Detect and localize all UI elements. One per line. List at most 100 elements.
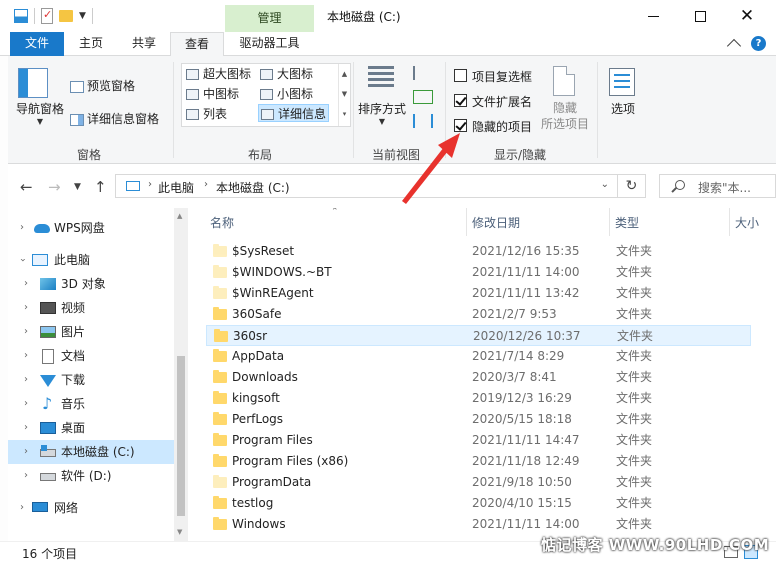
table-row[interactable]: Program Files (x86) 2021/11/18 12:49 文件夹 bbox=[206, 451, 751, 472]
size-columns-button[interactable] bbox=[413, 114, 433, 128]
item-checkboxes-checkbox[interactable] bbox=[454, 69, 467, 82]
recent-locations-button[interactable]: ▼ bbox=[74, 182, 81, 192]
layout-details[interactable]: 详细信息 bbox=[258, 104, 330, 122]
table-row[interactable]: testlog 2020/4/10 15:15 文件夹 bbox=[206, 493, 751, 514]
maximize-button[interactable] bbox=[677, 0, 723, 32]
nav-item-3d-objects[interactable]: › 3D 对象 bbox=[8, 272, 174, 296]
table-row[interactable]: Program Files 2021/11/11 14:47 文件夹 bbox=[206, 430, 751, 451]
details-pane-button[interactable]: 详细信息窗格 bbox=[70, 110, 159, 127]
table-row[interactable]: Downloads 2020/3/7 8:41 文件夹 bbox=[206, 367, 751, 388]
expand-chevron-icon[interactable]: › bbox=[20, 216, 24, 240]
hidden-items-checkbox[interactable] bbox=[454, 119, 467, 132]
layout-medium-icons[interactable]: 中图标 bbox=[186, 85, 239, 103]
address-bar[interactable]: › 此电脑 › 本地磁盘 (C:) ⌄ bbox=[115, 174, 618, 198]
group-by-button[interactable] bbox=[413, 66, 433, 80]
expand-chevron-icon[interactable]: › bbox=[24, 440, 28, 464]
nav-pane-scroll-thumb[interactable] bbox=[177, 356, 185, 516]
new-folder-icon[interactable] bbox=[59, 10, 73, 22]
table-row-hovered[interactable]: 360sr 2020/12/26 10:37 文件夹 bbox=[206, 325, 751, 346]
column-divider[interactable] bbox=[729, 208, 730, 236]
expand-chevron-icon[interactable]: › bbox=[24, 296, 28, 320]
expand-chevron-icon[interactable]: › bbox=[24, 344, 28, 368]
close-button[interactable]: ✕ bbox=[724, 0, 770, 32]
preview-pane-button[interactable]: 预览窗格 bbox=[70, 77, 135, 94]
add-columns-button[interactable] bbox=[413, 90, 433, 104]
expand-chevron-icon[interactable]: › bbox=[24, 368, 28, 392]
table-row[interactable]: $SysReset 2021/12/16 15:35 文件夹 bbox=[206, 241, 751, 262]
layout-extra-large-icons[interactable]: 超大图标 bbox=[186, 65, 251, 83]
minimize-button[interactable] bbox=[630, 0, 676, 32]
expand-chevron-icon[interactable]: › bbox=[24, 464, 28, 488]
column-header-name[interactable]: 名称 bbox=[210, 214, 234, 231]
nav-item-this-pc[interactable]: › 此电脑 bbox=[8, 248, 174, 272]
refresh-button[interactable]: ↻ bbox=[618, 174, 646, 198]
table-row[interactable]: Windows 2021/11/11 14:00 文件夹 bbox=[206, 514, 751, 535]
up-button[interactable]: ↑ bbox=[94, 178, 107, 196]
hide-selected-button[interactable]: 隐藏 所选项目 bbox=[540, 100, 590, 132]
scroll-down-arrow-icon[interactable]: ▼ bbox=[177, 528, 182, 536]
expand-chevron-icon[interactable]: › bbox=[24, 272, 28, 296]
sort-by-button[interactable]: 排序方式 ▼ bbox=[358, 100, 406, 126]
table-row[interactable]: PerfLogs 2020/5/15 18:18 文件夹 bbox=[206, 409, 751, 430]
hide-selected-icon[interactable] bbox=[553, 66, 575, 96]
navigation-pane-button[interactable]: 导航窗格 ▼ bbox=[16, 100, 64, 126]
nav-item-documents[interactable]: › 文档 bbox=[8, 344, 174, 368]
nav-item-pictures[interactable]: › 图片 bbox=[8, 320, 174, 344]
column-divider[interactable] bbox=[609, 208, 610, 236]
file-name: Downloads bbox=[232, 370, 298, 384]
expand-chevron-icon[interactable]: › bbox=[24, 416, 28, 440]
table-row[interactable]: 360Safe 2021/2/7 9:53 文件夹 bbox=[206, 304, 751, 325]
nav-item-music[interactable]: › ♪ 音乐 bbox=[8, 392, 174, 416]
layout-large-icons[interactable]: 大图标 bbox=[260, 65, 313, 83]
column-header-date[interactable]: 修改日期 bbox=[472, 214, 520, 231]
nav-item-local-disk-c[interactable]: › 本地磁盘 (C:) bbox=[8, 440, 174, 464]
expand-chevron-icon[interactable]: › bbox=[24, 320, 28, 344]
collapse-ribbon-icon[interactable] bbox=[726, 38, 742, 54]
address-history-dropdown[interactable]: ⌄ bbox=[601, 179, 609, 190]
navigation-pane-icon[interactable] bbox=[18, 68, 48, 98]
column-header-type[interactable]: 类型 bbox=[615, 214, 639, 231]
breadcrumb-separator[interactable]: › bbox=[204, 179, 208, 190]
column-divider[interactable] bbox=[466, 208, 467, 236]
sort-by-icon[interactable] bbox=[368, 66, 394, 96]
table-row[interactable]: ProgramData 2021/9/18 10:50 文件夹 bbox=[206, 472, 751, 493]
options-icon[interactable] bbox=[609, 68, 635, 96]
table-row[interactable]: $WINDOWS.~BT 2021/11/11 14:00 文件夹 bbox=[206, 262, 751, 283]
tab-share[interactable]: 共享 bbox=[118, 32, 170, 56]
layout-item-label: 中图标 bbox=[203, 87, 240, 101]
collapse-chevron-icon[interactable]: › bbox=[10, 258, 34, 262]
table-row[interactable]: $WinREAgent 2021/11/11 13:42 文件夹 bbox=[206, 283, 751, 304]
breadcrumb-separator[interactable]: › bbox=[148, 179, 152, 190]
qat-customize-icon[interactable]: ▼ bbox=[79, 11, 86, 21]
search-input[interactable]: 搜索"本... bbox=[659, 174, 776, 198]
nav-item-videos[interactable]: › 视频 bbox=[8, 296, 174, 320]
tab-home[interactable]: 主页 bbox=[64, 32, 118, 56]
tab-drive-tools[interactable]: 驱动器工具 bbox=[225, 32, 314, 56]
properties-icon[interactable] bbox=[41, 8, 53, 24]
file-extensions-checkbox[interactable] bbox=[454, 94, 467, 107]
column-header-size[interactable]: 大小 bbox=[735, 214, 759, 231]
nav-item-downloads[interactable]: › 下载 bbox=[8, 368, 174, 392]
expand-chevron-icon[interactable]: › bbox=[20, 496, 24, 520]
scroll-up-arrow-icon[interactable]: ▲ bbox=[177, 212, 182, 220]
folder-icon bbox=[213, 496, 227, 509]
tab-file[interactable]: 文件 bbox=[10, 32, 64, 56]
nav-item-wps-cloud[interactable]: › WPS网盘 bbox=[8, 216, 174, 240]
nav-item-drive-d[interactable]: › 软件 (D:) bbox=[8, 464, 174, 488]
nav-pane-scrollbar[interactable]: ▲ ▼ bbox=[174, 208, 188, 541]
forward-button[interactable]: → bbox=[48, 178, 61, 196]
options-button[interactable]: 选项 bbox=[611, 100, 635, 117]
breadcrumb-this-pc[interactable]: 此电脑 bbox=[158, 179, 194, 196]
layout-small-icons[interactable]: 小图标 bbox=[260, 85, 313, 103]
nav-item-network[interactable]: › 网络 bbox=[8, 496, 174, 520]
nav-item-desktop[interactable]: › 桌面 bbox=[8, 416, 174, 440]
expand-chevron-icon[interactable]: › bbox=[24, 392, 28, 416]
layout-list[interactable]: 列表 bbox=[186, 105, 227, 123]
tab-view[interactable]: 查看 bbox=[170, 32, 224, 57]
table-row[interactable]: AppData 2021/7/14 8:29 文件夹 bbox=[206, 346, 751, 367]
table-row[interactable]: kingsoft 2019/12/3 16:29 文件夹 bbox=[206, 388, 751, 409]
layout-gallery-scroll[interactable]: ▲ ▼ ▾ bbox=[338, 64, 350, 126]
breadcrumb-local-disk-c[interactable]: 本地磁盘 (C:) bbox=[216, 179, 290, 196]
back-button[interactable]: ← bbox=[20, 178, 33, 196]
help-icon[interactable]: ? bbox=[751, 36, 766, 51]
